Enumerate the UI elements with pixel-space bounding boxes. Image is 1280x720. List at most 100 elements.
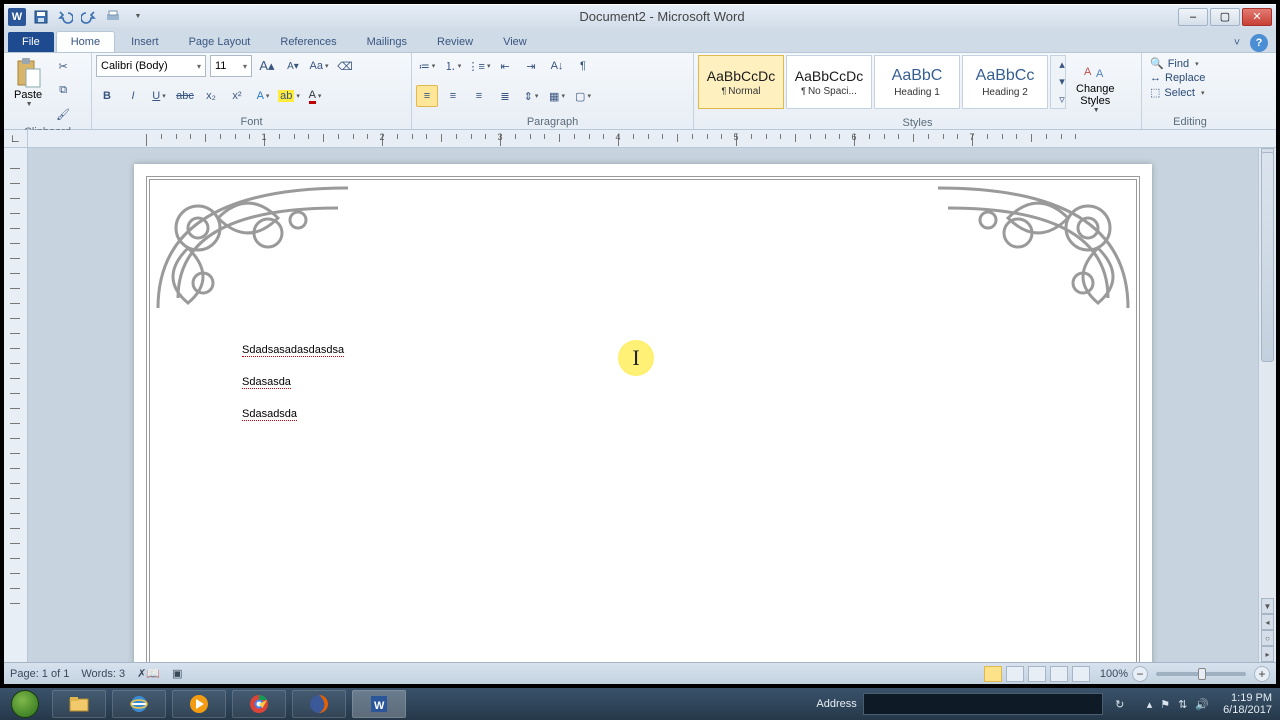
- select-button[interactable]: ⬚Select▾: [1146, 86, 1209, 99]
- align-right-button[interactable]: ≡: [468, 85, 490, 107]
- print-preview-icon[interactable]: [104, 8, 122, 26]
- style-heading-2[interactable]: AaBbCc Heading 2: [962, 55, 1048, 109]
- tab-file[interactable]: File: [8, 32, 54, 52]
- view-print-layout[interactable]: [984, 666, 1002, 682]
- font-size-combo[interactable]: 11▾: [210, 55, 252, 77]
- text-effects-icon[interactable]: A▾: [252, 85, 274, 107]
- tray-network-icon[interactable]: ⇅: [1178, 698, 1187, 711]
- style-heading-1[interactable]: AaBbC Heading 1: [874, 55, 960, 109]
- shading-icon[interactable]: ▦▾: [546, 85, 568, 107]
- multilevel-list-icon[interactable]: ⋮≡▾: [468, 55, 490, 77]
- scrollbar-thumb[interactable]: [1261, 152, 1274, 362]
- tab-references[interactable]: References: [266, 32, 350, 52]
- subscript-button[interactable]: x₂: [200, 85, 222, 107]
- format-painter-icon[interactable]: 🖌: [52, 103, 74, 125]
- shrink-font-icon[interactable]: A▾: [282, 55, 304, 77]
- style-no-spacing[interactable]: AaBbCcDc No Spaci...: [786, 55, 872, 109]
- copy-icon[interactable]: ⧉: [52, 79, 74, 101]
- taskbar-firefox[interactable]: [292, 690, 346, 718]
- horizontal-ruler[interactable]: 1234567: [28, 130, 1258, 148]
- minimize-button[interactable]: –: [1178, 8, 1208, 26]
- page-indicator[interactable]: Page: 1 of 1: [10, 668, 69, 680]
- undo-icon[interactable]: [56, 8, 74, 26]
- minimize-ribbon-icon[interactable]: ˅: [1228, 34, 1246, 52]
- find-button[interactable]: 🔍Find▾: [1146, 57, 1209, 70]
- styles-gallery[interactable]: AaBbCcDc Normal AaBbCcDc No Spaci... AaB…: [698, 55, 1066, 109]
- tray-clock[interactable]: 1:19 PM 6/18/2017: [1223, 692, 1272, 716]
- line-spacing-icon[interactable]: ⇕▾: [520, 85, 542, 107]
- zoom-slider-knob[interactable]: [1198, 668, 1206, 680]
- underline-button[interactable]: U▾: [148, 85, 170, 107]
- tab-home[interactable]: Home: [56, 31, 115, 52]
- tab-view[interactable]: View: [489, 32, 541, 52]
- ruler-toggle-icon[interactable]: [1258, 130, 1276, 148]
- tab-mailings[interactable]: Mailings: [353, 32, 421, 52]
- increase-indent-icon[interactable]: ⇥: [520, 55, 542, 77]
- bullets-icon[interactable]: ≔▾: [416, 55, 438, 77]
- view-full-screen[interactable]: [1006, 666, 1024, 682]
- next-page-button[interactable]: ▸: [1261, 646, 1274, 662]
- sort-icon[interactable]: A↓: [546, 55, 568, 77]
- address-input[interactable]: [863, 693, 1103, 715]
- taskbar-word[interactable]: W: [352, 690, 406, 718]
- save-icon[interactable]: [32, 8, 50, 26]
- clear-formatting-icon[interactable]: ⌫: [334, 55, 356, 77]
- proofing-icon[interactable]: ✗📖: [137, 667, 160, 680]
- justify-button[interactable]: ≣: [494, 85, 516, 107]
- italic-button[interactable]: I: [122, 85, 144, 107]
- taskbar-chrome[interactable]: [232, 690, 286, 718]
- paste-button[interactable]: Paste ▼: [8, 55, 48, 110]
- grow-font-icon[interactable]: A▴: [256, 55, 278, 77]
- style-normal[interactable]: AaBbCcDc Normal: [698, 55, 784, 109]
- page[interactable]: Sdadsasadasdasdsa Sdasasda Sdasadsda I: [134, 164, 1152, 662]
- vertical-scrollbar[interactable]: ▲ ▼ ◂ ○ ▸: [1258, 148, 1276, 662]
- change-styles-button[interactable]: AA ChangeStyles ▼: [1070, 55, 1121, 116]
- bold-button[interactable]: B: [96, 85, 118, 107]
- page-canvas[interactable]: Sdadsasadasdasdsa Sdasasda Sdasadsda I: [28, 148, 1258, 662]
- show-marks-icon[interactable]: ¶: [572, 55, 594, 77]
- taskbar-media-player[interactable]: [172, 690, 226, 718]
- zoom-slider[interactable]: [1156, 672, 1246, 676]
- highlight-icon[interactable]: ab▾: [278, 85, 300, 107]
- address-go-icon[interactable]: ↻: [1109, 693, 1131, 715]
- view-outline[interactable]: [1050, 666, 1068, 682]
- vertical-ruler[interactable]: [4, 148, 28, 662]
- scroll-down-button[interactable]: ▼: [1261, 598, 1274, 614]
- borders-icon[interactable]: ▢▾: [572, 85, 594, 107]
- numbering-icon[interactable]: ⒈▾: [442, 55, 464, 77]
- tray-flag-icon[interactable]: ⚑: [1160, 698, 1170, 711]
- zoom-out-button[interactable]: −: [1132, 666, 1148, 682]
- view-draft[interactable]: [1072, 666, 1090, 682]
- taskbar-explorer[interactable]: [52, 690, 106, 718]
- redo-icon[interactable]: [80, 8, 98, 26]
- strike-button[interactable]: abc: [174, 85, 196, 107]
- tab-insert[interactable]: Insert: [117, 32, 173, 52]
- help-icon[interactable]: ?: [1250, 34, 1268, 52]
- zoom-in-button[interactable]: +: [1254, 666, 1270, 682]
- font-name-combo[interactable]: Calibri (Body)▾: [96, 55, 206, 77]
- decrease-indent-icon[interactable]: ⇤: [494, 55, 516, 77]
- view-web-layout[interactable]: [1028, 666, 1046, 682]
- cut-icon[interactable]: ✂: [52, 55, 74, 77]
- tray-volume-icon[interactable]: 🔊: [1195, 698, 1209, 711]
- superscript-button[interactable]: x²: [226, 85, 248, 107]
- macro-record-icon[interactable]: ▣: [172, 667, 182, 680]
- tray-chevron-icon[interactable]: ▴: [1147, 698, 1153, 711]
- maximize-button[interactable]: ▢: [1210, 8, 1240, 26]
- tab-review[interactable]: Review: [423, 32, 487, 52]
- replace-button[interactable]: ↔Replace: [1146, 72, 1209, 84]
- align-center-button[interactable]: ≡: [442, 85, 464, 107]
- align-left-button[interactable]: ≡: [416, 85, 438, 107]
- change-case-icon[interactable]: Aa▾: [308, 55, 330, 77]
- close-button[interactable]: ✕: [1242, 8, 1272, 26]
- zoom-level[interactable]: 100%: [1100, 668, 1128, 680]
- start-button[interactable]: [4, 688, 46, 720]
- browse-object-button[interactable]: ○: [1261, 630, 1274, 646]
- font-color-icon[interactable]: A▾: [304, 85, 326, 107]
- tab-selector[interactable]: ∟: [4, 130, 28, 148]
- prev-page-button[interactable]: ◂: [1261, 614, 1274, 630]
- tab-page-layout[interactable]: Page Layout: [175, 32, 265, 52]
- taskbar-ie[interactable]: [112, 690, 166, 718]
- qat-customize-icon[interactable]: ▼: [128, 8, 146, 26]
- word-count[interactable]: Words: 3: [81, 668, 125, 680]
